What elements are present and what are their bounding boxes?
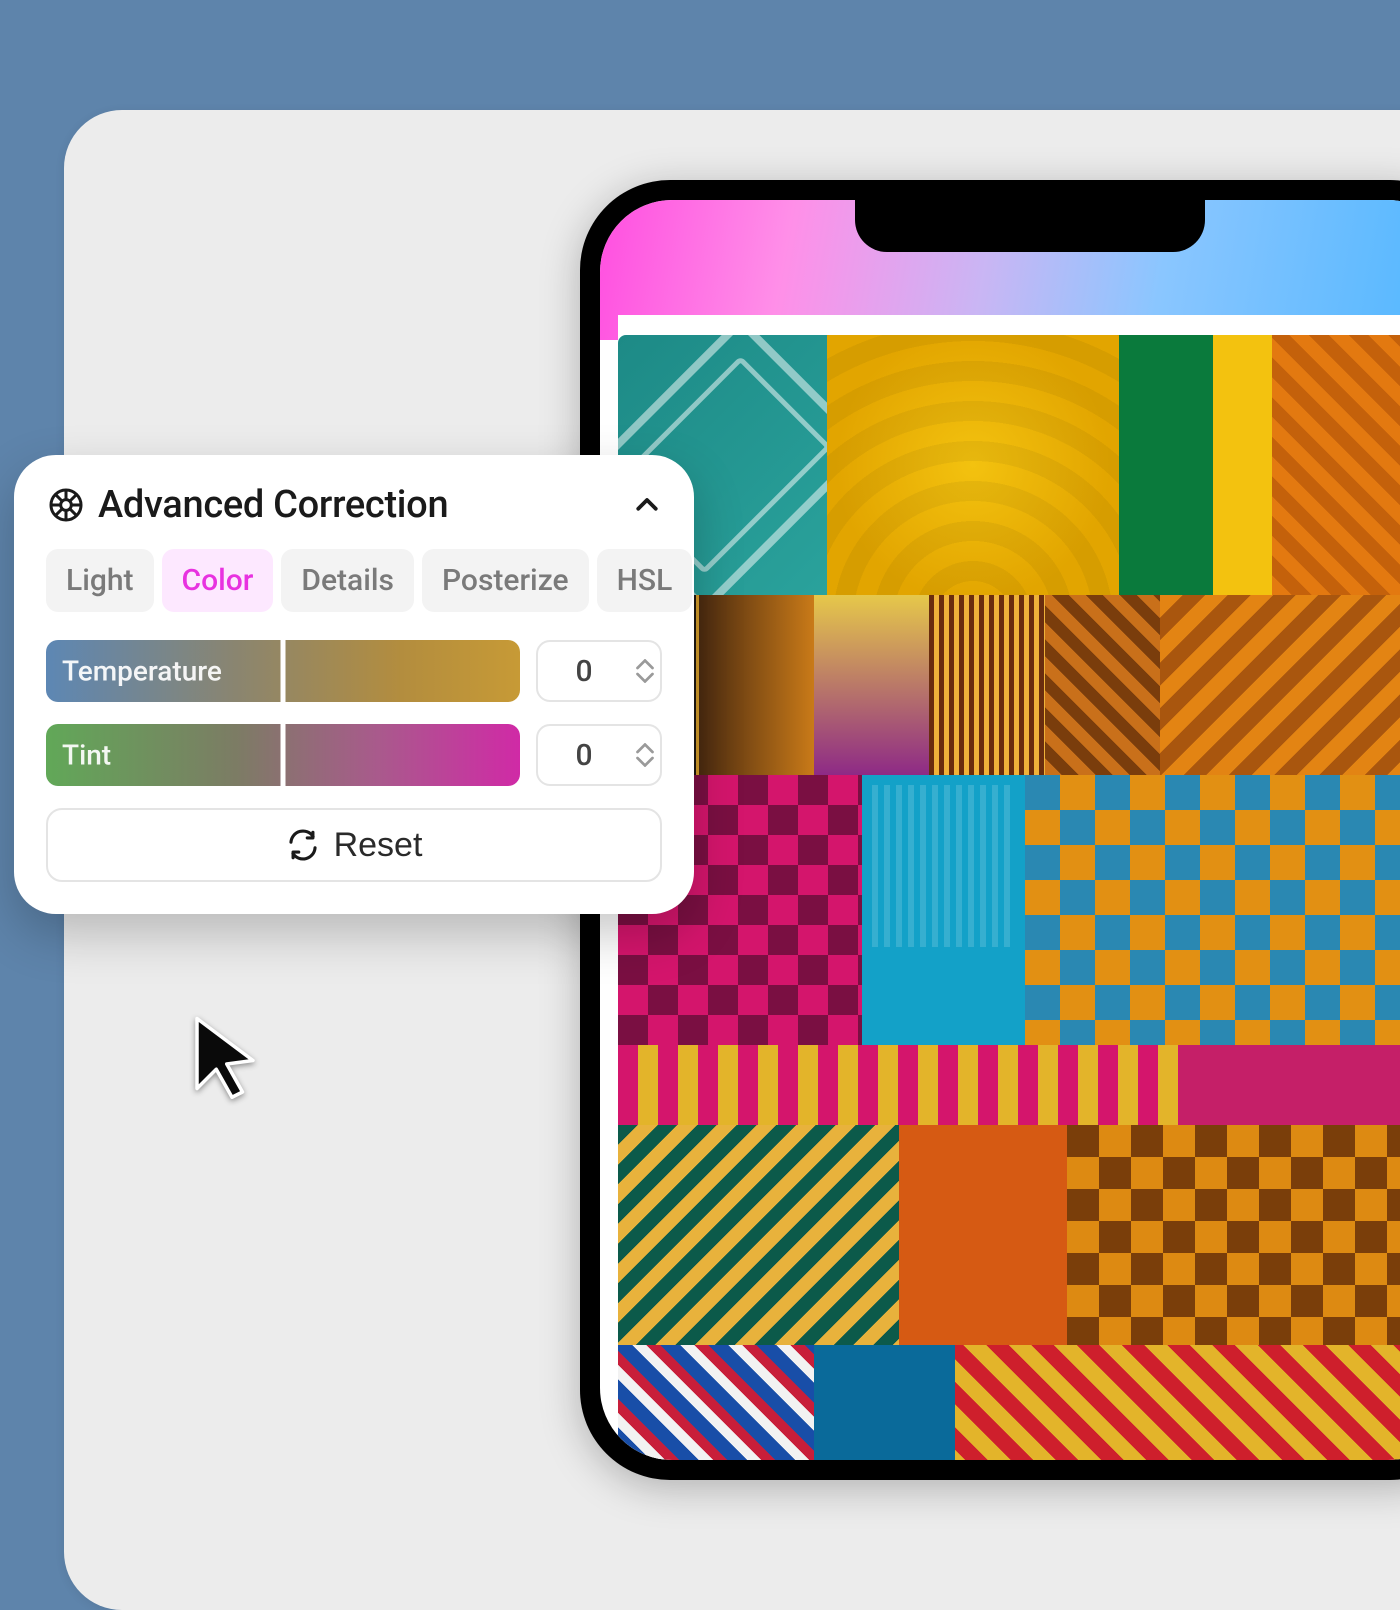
tint-label: Tint: [62, 739, 111, 772]
temperature-stepper[interactable]: [630, 659, 660, 683]
phone-screen: [600, 200, 1400, 1460]
edited-photo: [618, 335, 1400, 1460]
temperature-value: 0: [538, 654, 630, 689]
temperature-value-box[interactable]: 0: [536, 640, 662, 702]
screen-content: [618, 315, 1400, 1460]
tab-color[interactable]: Color: [162, 549, 274, 612]
tab-posterize[interactable]: Posterize: [422, 549, 589, 612]
panel-header[interactable]: Advanced Correction: [46, 483, 662, 527]
advanced-correction-panel: Advanced Correction Light Color Details …: [14, 455, 694, 914]
chevron-up-icon[interactable]: [632, 490, 662, 520]
tab-bar: Light Color Details Posterize HSL: [46, 549, 662, 612]
temperature-row: Temperature 0: [46, 640, 662, 702]
tint-slider[interactable]: Tint: [46, 724, 520, 786]
reset-icon: [286, 828, 320, 862]
tab-details[interactable]: Details: [281, 549, 414, 612]
reset-button[interactable]: Reset: [46, 808, 662, 882]
reset-label: Reset: [334, 826, 423, 865]
tab-hsl[interactable]: HSL: [597, 549, 693, 612]
panel-title: Advanced Correction: [98, 483, 620, 527]
chevron-down-icon[interactable]: [636, 755, 654, 767]
phone-mockup: [580, 180, 1400, 1480]
tint-value-box[interactable]: 0: [536, 724, 662, 786]
chevron-up-icon[interactable]: [636, 743, 654, 755]
tint-stepper[interactable]: [630, 743, 660, 767]
phone-notch: [855, 200, 1205, 252]
chevron-down-icon[interactable]: [636, 671, 654, 683]
tint-value: 0: [538, 738, 630, 773]
temperature-slider[interactable]: Temperature: [46, 640, 520, 702]
tint-handle[interactable]: [281, 724, 286, 786]
temperature-label: Temperature: [62, 655, 222, 688]
tint-row: Tint 0: [46, 724, 662, 786]
tab-light[interactable]: Light: [46, 549, 154, 612]
gear-icon: [46, 485, 86, 525]
chevron-up-icon[interactable]: [636, 659, 654, 671]
temperature-handle[interactable]: [281, 640, 286, 702]
